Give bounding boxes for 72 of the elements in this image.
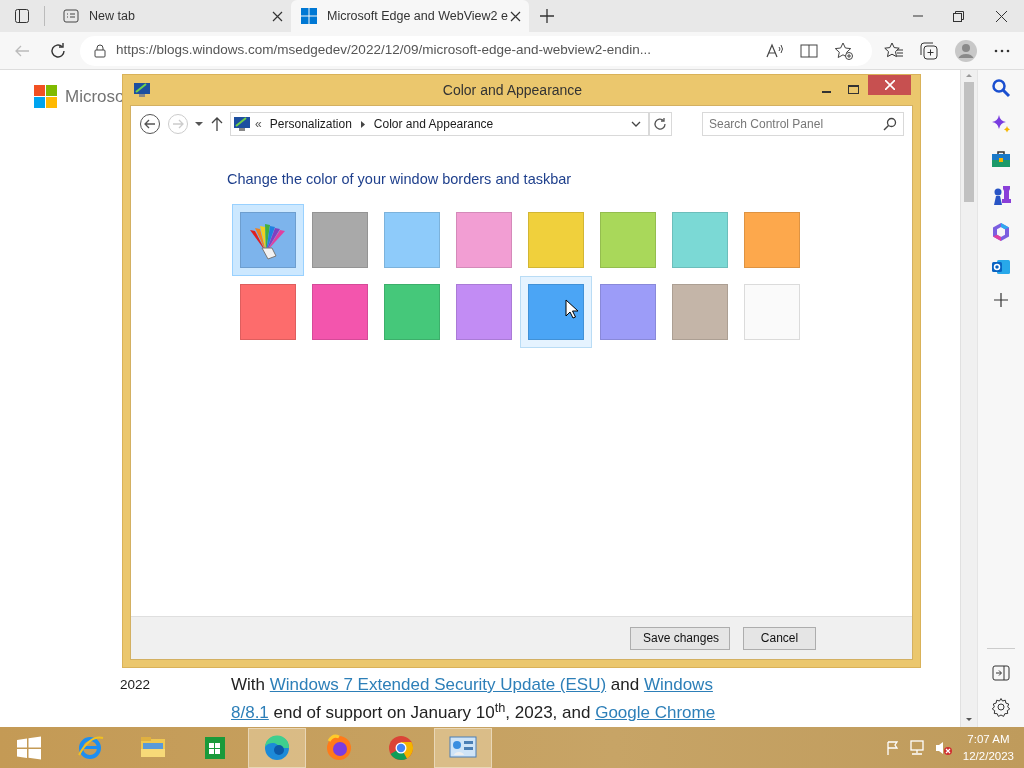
- monitor-icon: [233, 116, 252, 132]
- browser-tab[interactable]: Microsoft Edge and WebView2 e: [291, 0, 529, 32]
- close-tab-icon[interactable]: [510, 10, 521, 22]
- start-icon: [16, 735, 42, 760]
- read-aloud-icon[interactable]: [766, 42, 784, 59]
- chess-pieces-icon[interactable]: [991, 184, 1011, 206]
- lock-icon: [94, 43, 106, 58]
- address-bar[interactable]: « Personalization Color and Appearance: [230, 112, 649, 136]
- search-icon[interactable]: [883, 117, 897, 131]
- more-menu-icon-icon[interactable]: [994, 48, 1010, 53]
- logo-icon: [34, 85, 57, 109]
- dropdown-chevron-icon[interactable]: [629, 119, 642, 129]
- fox-globe-icon: [324, 732, 354, 763]
- post-date: 2022: [120, 676, 152, 694]
- new-tab-page-icon: [63, 8, 79, 24]
- search-icon[interactable]: [991, 78, 1011, 98]
- taskbar-app[interactable]: [248, 727, 306, 768]
- add-favorite-icon[interactable]: [834, 41, 854, 60]
- sidebar-panel-icon[interactable]: [992, 665, 1010, 681]
- flag-icon[interactable]: [884, 739, 901, 756]
- mouse-pointer-icon: [565, 298, 579, 319]
- search-field[interactable]: Search Control Panel: [702, 112, 904, 136]
- scrollbar[interactable]: [960, 70, 977, 727]
- close-button[interactable]: [868, 75, 911, 95]
- close-icon: [884, 80, 895, 90]
- favorites-icon-icon[interactable]: [884, 41, 904, 60]
- toolbox-icon[interactable]: [991, 150, 1011, 168]
- new-tab-icon[interactable]: [539, 8, 555, 24]
- taskbar-app[interactable]: [434, 727, 492, 768]
- window-title: Color and Appearance: [442, 81, 583, 98]
- restore-icon[interactable]: [952, 10, 964, 22]
- scroll-thumb[interactable]: [964, 82, 974, 202]
- sparkle-icon[interactable]: [991, 114, 1011, 134]
- reader-view-icon[interactable]: [800, 42, 818, 59]
- volume-muted-icon[interactable]: [934, 739, 953, 756]
- up-arrow-icon[interactable]: [210, 116, 225, 132]
- breadcrumb-item[interactable]: Personalization: [269, 115, 352, 133]
- link[interactable]: Windows 7 Extended Security Update (ESU): [269, 675, 607, 694]
- close-icon[interactable]: [995, 10, 1007, 22]
- cancel-button[interactable]: Cancel: [743, 626, 816, 650]
- link[interactable]: Google Chrome: [595, 703, 716, 722]
- recent-pages-icon[interactable]: [194, 120, 205, 128]
- color-option[interactable]: [232, 203, 304, 276]
- office-icon[interactable]: [991, 222, 1011, 242]
- separator-arrow-icon[interactable]: [359, 119, 366, 129]
- logo-text: Microso: [65, 86, 125, 108]
- save-button[interactable]: Save changes: [630, 626, 730, 650]
- browser-tab[interactable]: New tab: [53, 0, 291, 32]
- windows-logo-icon: [301, 8, 317, 24]
- monitor-icon: [133, 82, 151, 98]
- settings-icon[interactable]: [991, 697, 1011, 717]
- back-button[interactable]: [139, 113, 161, 135]
- refresh-icon[interactable]: [49, 41, 67, 60]
- color-option[interactable]: [520, 275, 592, 348]
- profile-avatar-icon[interactable]: [954, 38, 978, 63]
- add-icon[interactable]: [993, 292, 1009, 308]
- close-tab-icon[interactable]: [272, 10, 283, 22]
- collections-icon-icon[interactable]: [920, 41, 940, 60]
- link[interactable]: 8/8.1: [231, 703, 269, 722]
- paragraph-line: With Windows 7 Extended Security Update (ESU) and Windows: [231, 674, 714, 696]
- refresh-button[interactable]: [648, 112, 673, 136]
- color-mixer-swatch: [240, 211, 296, 268]
- breadcrumb-item[interactable]: Color and Appearance: [373, 115, 494, 133]
- maximize-icon[interactable]: [847, 85, 859, 95]
- section-heading: Change the color of your window borders and taskbar: [227, 170, 573, 189]
- address-bar[interactable]: https://blogs.windows.com/msedgedev/2022/12/09/microsoft-edge-and-webview2-endin...: [80, 35, 872, 66]
- refresh-icon: [653, 117, 668, 131]
- outlook-icon[interactable]: [991, 258, 1011, 276]
- tab-actions-icon-icon[interactable]: [14, 8, 30, 24]
- link[interactable]: Windows: [643, 675, 713, 694]
- paragraph-line: 8/8.1 end of support on January 10$^{th}$, 2023, and Google Chrome: [231, 699, 716, 724]
- overflow-chevron[interactable]: «: [255, 115, 262, 133]
